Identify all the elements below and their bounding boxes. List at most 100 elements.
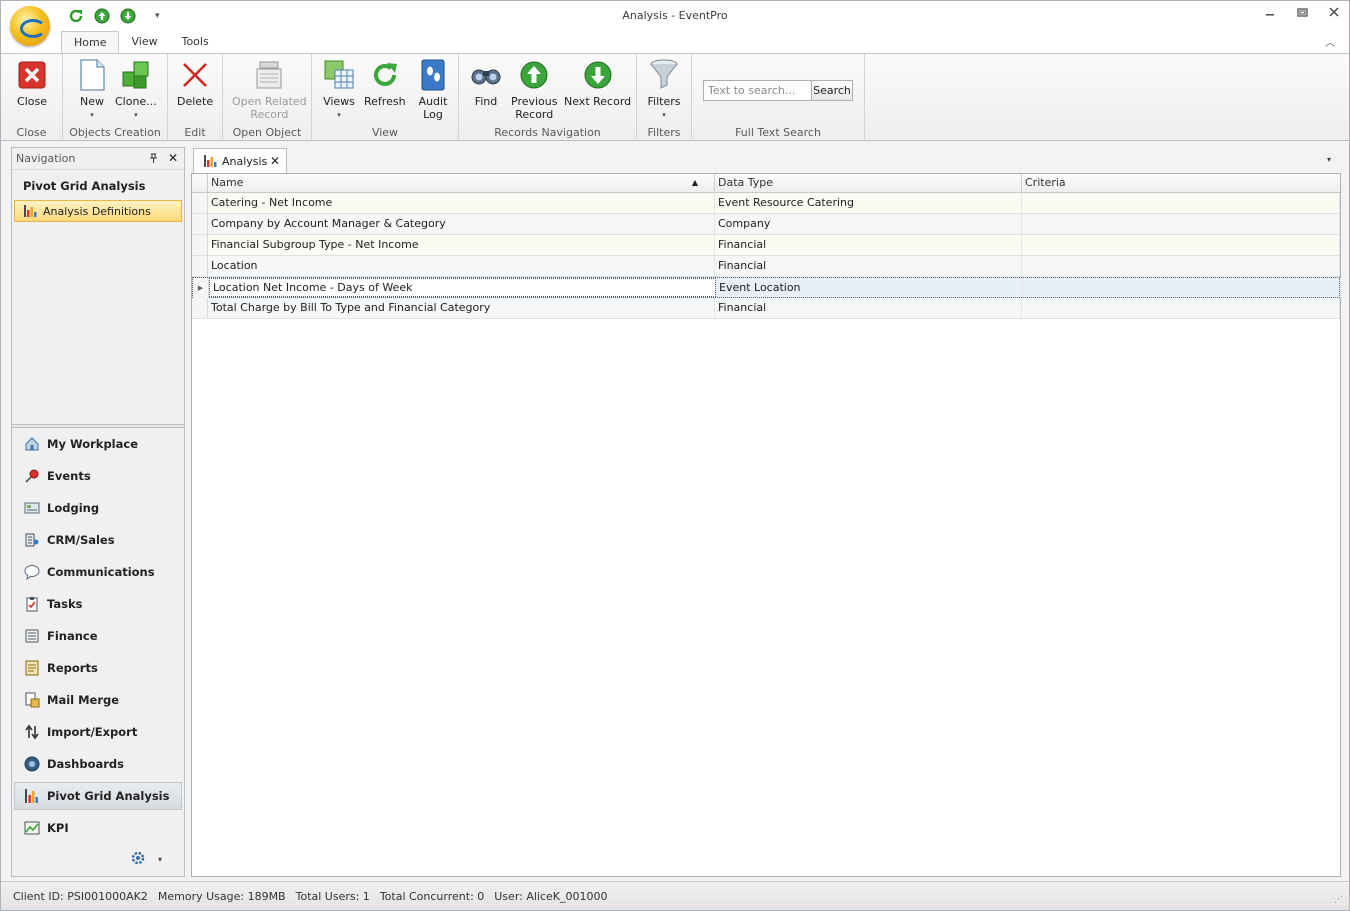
import-export-icon	[24, 724, 40, 740]
nav-group-events[interactable]: Events	[12, 460, 184, 492]
navigation-pane: Navigation ✕ Pivot Grid Analysis Analysi…	[11, 147, 185, 877]
tab-tools[interactable]: Tools	[170, 31, 221, 53]
cell-data-type[interactable]: Financial	[715, 256, 1022, 276]
row-indicator[interactable]	[192, 214, 208, 234]
delete-button[interactable]: Delete	[177, 58, 213, 108]
table-row[interactable]: Financial Subgroup Type - Net Income Fin…	[192, 235, 1340, 256]
cell-criteria[interactable]	[1022, 193, 1340, 213]
cell-name[interactable]: Total Charge by Bill To Type and Financi…	[208, 298, 715, 318]
cell-data-type[interactable]: Company	[715, 214, 1022, 234]
close-tab-icon[interactable]: ✕	[270, 154, 280, 168]
tab-home[interactable]: Home	[61, 31, 120, 54]
focused-row-indicator[interactable]: ▶	[193, 278, 209, 298]
next-record-button[interactable]: Next Record	[564, 58, 631, 108]
cell-criteria[interactable]	[1022, 256, 1340, 276]
filters-button-label: Filters	[647, 95, 681, 108]
previous-record-button[interactable]: Previous Record	[511, 58, 558, 121]
binoculars-icon	[469, 58, 503, 92]
column-header-name-label: Name	[211, 176, 244, 189]
table-row[interactable]: Total Charge by Bill To Type and Financi…	[192, 298, 1340, 319]
status-client-id: Client ID: PSI001000AK2	[13, 889, 148, 903]
nav-group-crm-sales[interactable]: CRM/Sales	[12, 524, 184, 556]
ribbon-tabs: Home View Tools	[61, 31, 221, 54]
clone-button[interactable]: Clone... ▾	[115, 58, 157, 122]
cell-name[interactable]: Company by Account Manager & Category	[208, 214, 715, 234]
cell-name[interactable]: Catering - Net Income	[208, 193, 715, 213]
row-indicator[interactable]	[192, 235, 208, 255]
clone-dropdown-arrow: ▾	[134, 111, 138, 119]
nav-group-lodging[interactable]: Lodging	[12, 492, 184, 524]
status-memory-usage: Memory Usage: 189MB	[157, 889, 286, 903]
nav-group-finance[interactable]: Finance	[12, 620, 184, 652]
cell-data-type[interactable]: Event Resource Catering	[715, 193, 1022, 213]
audit-log-label-2: Log	[423, 108, 443, 121]
row-indicator[interactable]	[192, 193, 208, 213]
row-indicator[interactable]	[192, 256, 208, 276]
nav-group-communications[interactable]: Communications	[12, 556, 184, 588]
group-label-records-navigation: Records Navigation	[494, 126, 601, 139]
nav-group-mail-merge[interactable]: Mail Merge	[12, 684, 184, 716]
cell-name[interactable]: Financial Subgroup Type - Net Income	[208, 235, 715, 255]
cell-criteria[interactable]	[1022, 214, 1340, 234]
open-related-record-icon	[252, 58, 286, 92]
grid-header-row: Name ▲ Data Type Criteria	[192, 174, 1340, 193]
column-header-name[interactable]: Name ▲	[208, 174, 715, 193]
nav-group-label: Mail Merge	[47, 693, 120, 707]
document-area: Analysis ✕ ▾ Name ▲ Data Type Criteria C…	[191, 147, 1341, 877]
ribbon-group-view: Views ▾ Refresh Audit Log View	[312, 54, 459, 141]
views-button[interactable]: Views ▾	[322, 58, 356, 122]
table-row[interactable]: Company by Account Manager & Category Co…	[192, 214, 1340, 235]
cell-name-focused[interactable]: Location Net Income - Days of Week	[209, 278, 716, 297]
nav-group-kpi[interactable]: KPI	[12, 812, 184, 844]
full-text-search-input[interactable]: Text to search...	[703, 80, 812, 101]
pin-icon[interactable]	[149, 153, 158, 167]
refresh-button[interactable]: Refresh	[364, 58, 406, 108]
search-button[interactable]: Search	[811, 80, 853, 101]
speech-bubble-icon	[24, 564, 40, 580]
column-header-criteria[interactable]: Criteria	[1022, 174, 1340, 193]
ribbon-collapse-button[interactable]: ︿	[1325, 34, 1335, 49]
document-tabs-menu-button[interactable]: ▾	[1327, 155, 1331, 164]
minimize-button[interactable]	[1263, 5, 1277, 19]
open-related-record-button[interactable]: Open Related Record	[232, 58, 307, 121]
cell-name[interactable]: Location	[208, 256, 715, 276]
tab-view[interactable]: View	[119, 31, 169, 53]
nav-group-import-export[interactable]: Import/Export	[12, 716, 184, 748]
close-navigation-icon[interactable]: ✕	[168, 151, 178, 165]
status-bar: Client ID: PSI001000AK2 Memory Usage: 18…	[1, 881, 1349, 910]
find-button[interactable]: Find	[469, 58, 503, 108]
clone-button-label: Clone...	[115, 95, 157, 108]
close-window-button[interactable]	[1327, 5, 1341, 19]
restore-button[interactable]	[1295, 5, 1309, 19]
group-label-close: Close	[16, 126, 47, 139]
cell-criteria[interactable]	[1022, 298, 1340, 318]
new-button[interactable]: New ▾	[75, 58, 109, 122]
nav-group-tasks[interactable]: Tasks	[12, 588, 184, 620]
audit-log-button[interactable]: Audit Log	[416, 58, 450, 121]
config-dropdown-arrow[interactable]: ▾	[158, 855, 162, 864]
document-tab-analysis[interactable]: Analysis ✕	[193, 148, 287, 173]
gear-icon[interactable]	[130, 850, 146, 868]
nav-tree-item-analysis-definitions[interactable]: Analysis Definitions	[14, 200, 182, 222]
resize-grip[interactable]: ⋰	[1334, 895, 1343, 905]
cell-criteria[interactable]	[1023, 278, 1341, 298]
previous-record-label-2: Record	[515, 108, 554, 121]
close-button[interactable]: Close	[15, 58, 49, 108]
table-row-focused[interactable]: ▶ Location Net Income - Days of Week Eve…	[192, 277, 1341, 298]
delete-x-icon	[178, 58, 212, 92]
cell-data-type[interactable]: Financial	[715, 298, 1022, 318]
line-chart-icon	[24, 820, 40, 836]
filters-button[interactable]: Filters ▾	[647, 58, 681, 122]
cell-data-type[interactable]: Event Location	[716, 278, 1023, 298]
find-button-label: Find	[474, 95, 498, 108]
cell-data-type[interactable]: Financial	[715, 235, 1022, 255]
table-row[interactable]: Catering - Net Income Event Resource Cat…	[192, 193, 1340, 214]
cell-criteria[interactable]	[1022, 235, 1340, 255]
nav-group-dashboards[interactable]: Dashboards	[12, 748, 184, 780]
nav-group-my-workplace[interactable]: My Workplace	[12, 428, 184, 460]
table-row[interactable]: Location Financial	[192, 256, 1340, 277]
row-indicator[interactable]	[192, 298, 208, 318]
nav-group-reports[interactable]: Reports	[12, 652, 184, 684]
nav-group-pivot-grid-analysis[interactable]: Pivot Grid Analysis	[14, 782, 182, 810]
column-header-data-type[interactable]: Data Type	[715, 174, 1022, 193]
